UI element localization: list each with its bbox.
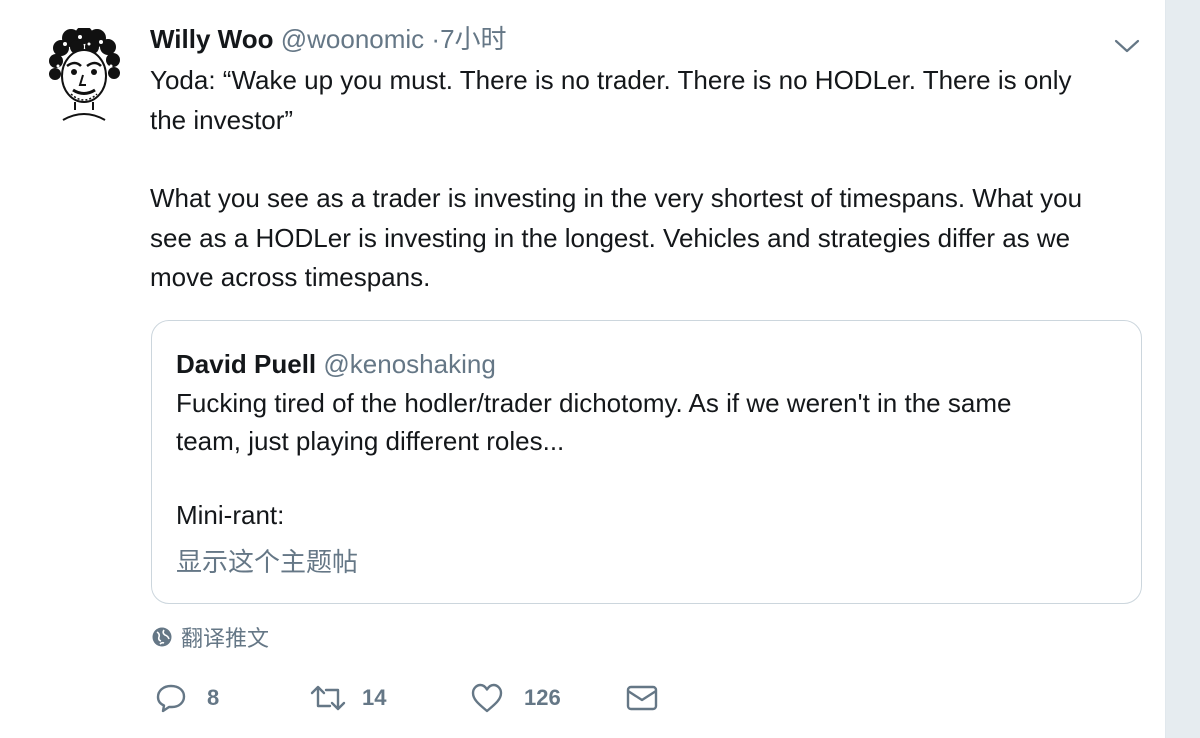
quoted-text-line: Mini-rant: (176, 500, 285, 530)
tweet-card: Willy Woo @woonomic ·7小时 Yoda: “Wake up … (0, 0, 1166, 738)
chevron-down-icon (1114, 39, 1140, 53)
header-separator: · (431, 24, 441, 54)
author-handle[interactable]: @woonomic (281, 24, 424, 54)
like-count: 126 (524, 685, 561, 710)
quoted-tweet-header: David Puell @kenoshaking (176, 347, 496, 381)
reply-button[interactable]: 8 (155, 680, 219, 716)
quoted-text-line: team, just playing different roles... (176, 425, 565, 456)
tweet-text-line: see as a HODLer is investing in the long… (150, 222, 1071, 253)
envelope-icon (626, 685, 658, 711)
tweet-header: Willy Woo @woonomic ·7小时 (150, 22, 507, 56)
tweet-menu-button[interactable] (1112, 30, 1142, 60)
reply-icon (156, 684, 186, 713)
tweet-text-line: the investor” (150, 104, 294, 135)
globe-icon (152, 627, 172, 647)
reply-count: 8 (207, 685, 220, 710)
retweet-icon (310, 685, 346, 711)
quoted-text-line: Fucking tired of the hodler/trader dicho… (176, 388, 1012, 418)
direct-message-button[interactable] (625, 680, 659, 716)
translate-label: 翻译推文 (181, 626, 270, 651)
quoted-tweet-text: Fucking tired of the hodler/trader dicho… (176, 385, 1116, 535)
translate-tweet-button[interactable]: 翻译推文 (151, 622, 269, 652)
retweet-button[interactable]: 14 (310, 680, 386, 716)
tweet-timestamp[interactable]: 7小时 (440, 24, 506, 54)
avatar[interactable] (47, 26, 121, 122)
tweet-text: Yoda: “Wake up you must. There is no tra… (150, 61, 1150, 298)
tweet-text-line: What you see as a trader is investing in… (150, 183, 1083, 213)
author-name[interactable]: Willy Woo (150, 24, 274, 54)
tweet-text-line: Yoda: “Wake up you must. There is no tra… (150, 65, 1072, 95)
quoted-tweet[interactable]: David Puell @kenoshaking Fucking tired o… (151, 320, 1142, 604)
tweet-text-line: move across timespans. (150, 262, 431, 292)
heart-icon (471, 683, 503, 713)
avatar-illustration (49, 26, 120, 121)
show-thread-link[interactable]: 显示这个主题帖 (176, 545, 358, 579)
quoted-author-handle: @kenoshaking (323, 349, 496, 379)
quoted-author-name: David Puell (176, 349, 317, 379)
like-button[interactable]: 126 (470, 680, 561, 716)
retweet-count: 14 (362, 685, 387, 710)
